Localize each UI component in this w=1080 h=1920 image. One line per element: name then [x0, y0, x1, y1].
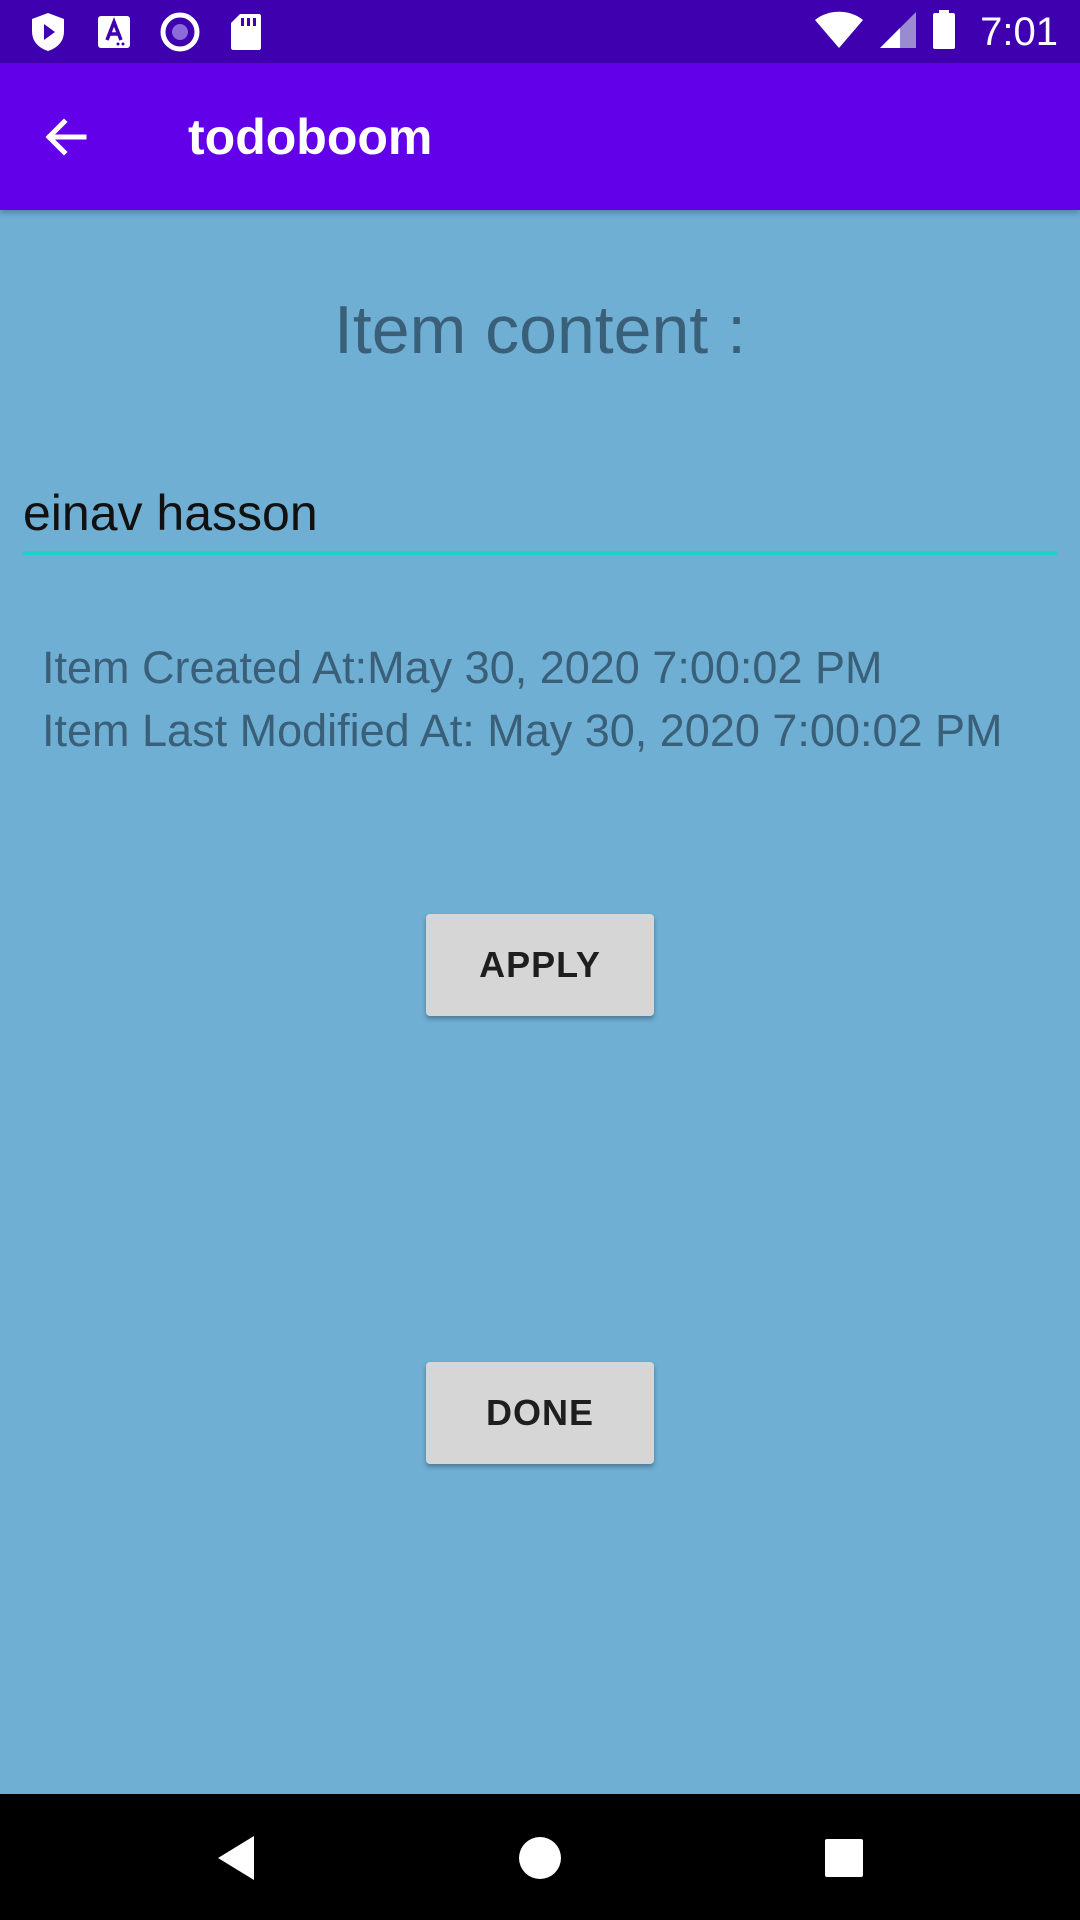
nav-home-icon	[519, 1837, 561, 1879]
nav-recents-icon	[825, 1839, 863, 1877]
record-circle-icon	[160, 12, 200, 52]
arrow-back-icon	[45, 118, 87, 156]
sd-card-icon	[226, 12, 266, 52]
status-notification-icons	[28, 10, 266, 54]
nav-recents-button[interactable]	[808, 1822, 880, 1894]
done-button[interactable]: DONE	[426, 1362, 654, 1464]
app-bar: todoboom	[0, 63, 1080, 210]
item-timestamps: Item Created At:May 30, 2020 7:00:02 PM …	[42, 636, 1062, 762]
screen: 7:01 todoboom Item content : Item Create…	[0, 0, 1080, 1920]
status-bar: 7:01	[0, 0, 1080, 63]
item-content-input[interactable]	[23, 475, 1057, 555]
apply-button[interactable]: APPLY	[426, 914, 654, 1016]
a11y-a-icon	[94, 12, 134, 52]
page-heading: Item content :	[334, 292, 746, 368]
back-button[interactable]	[34, 105, 98, 169]
created-at-text: Item Created At:May 30, 2020 7:00:02 PM	[42, 642, 883, 693]
wifi-icon	[814, 10, 864, 55]
battery-icon	[932, 9, 956, 55]
navigation-bar	[0, 1794, 1080, 1920]
status-system-icons: 7:01	[814, 8, 1058, 56]
modified-at-text: Item Last Modified At: May 30, 2020 7:00…	[42, 705, 1003, 756]
nav-back-button[interactable]	[200, 1822, 272, 1894]
nav-home-button[interactable]	[504, 1822, 576, 1894]
nav-back-icon	[218, 1836, 254, 1880]
app-title: todoboom	[188, 109, 433, 165]
shield-play-icon	[28, 12, 68, 52]
status-clock: 7:01	[980, 9, 1058, 54]
cell-signal-icon	[878, 10, 918, 55]
